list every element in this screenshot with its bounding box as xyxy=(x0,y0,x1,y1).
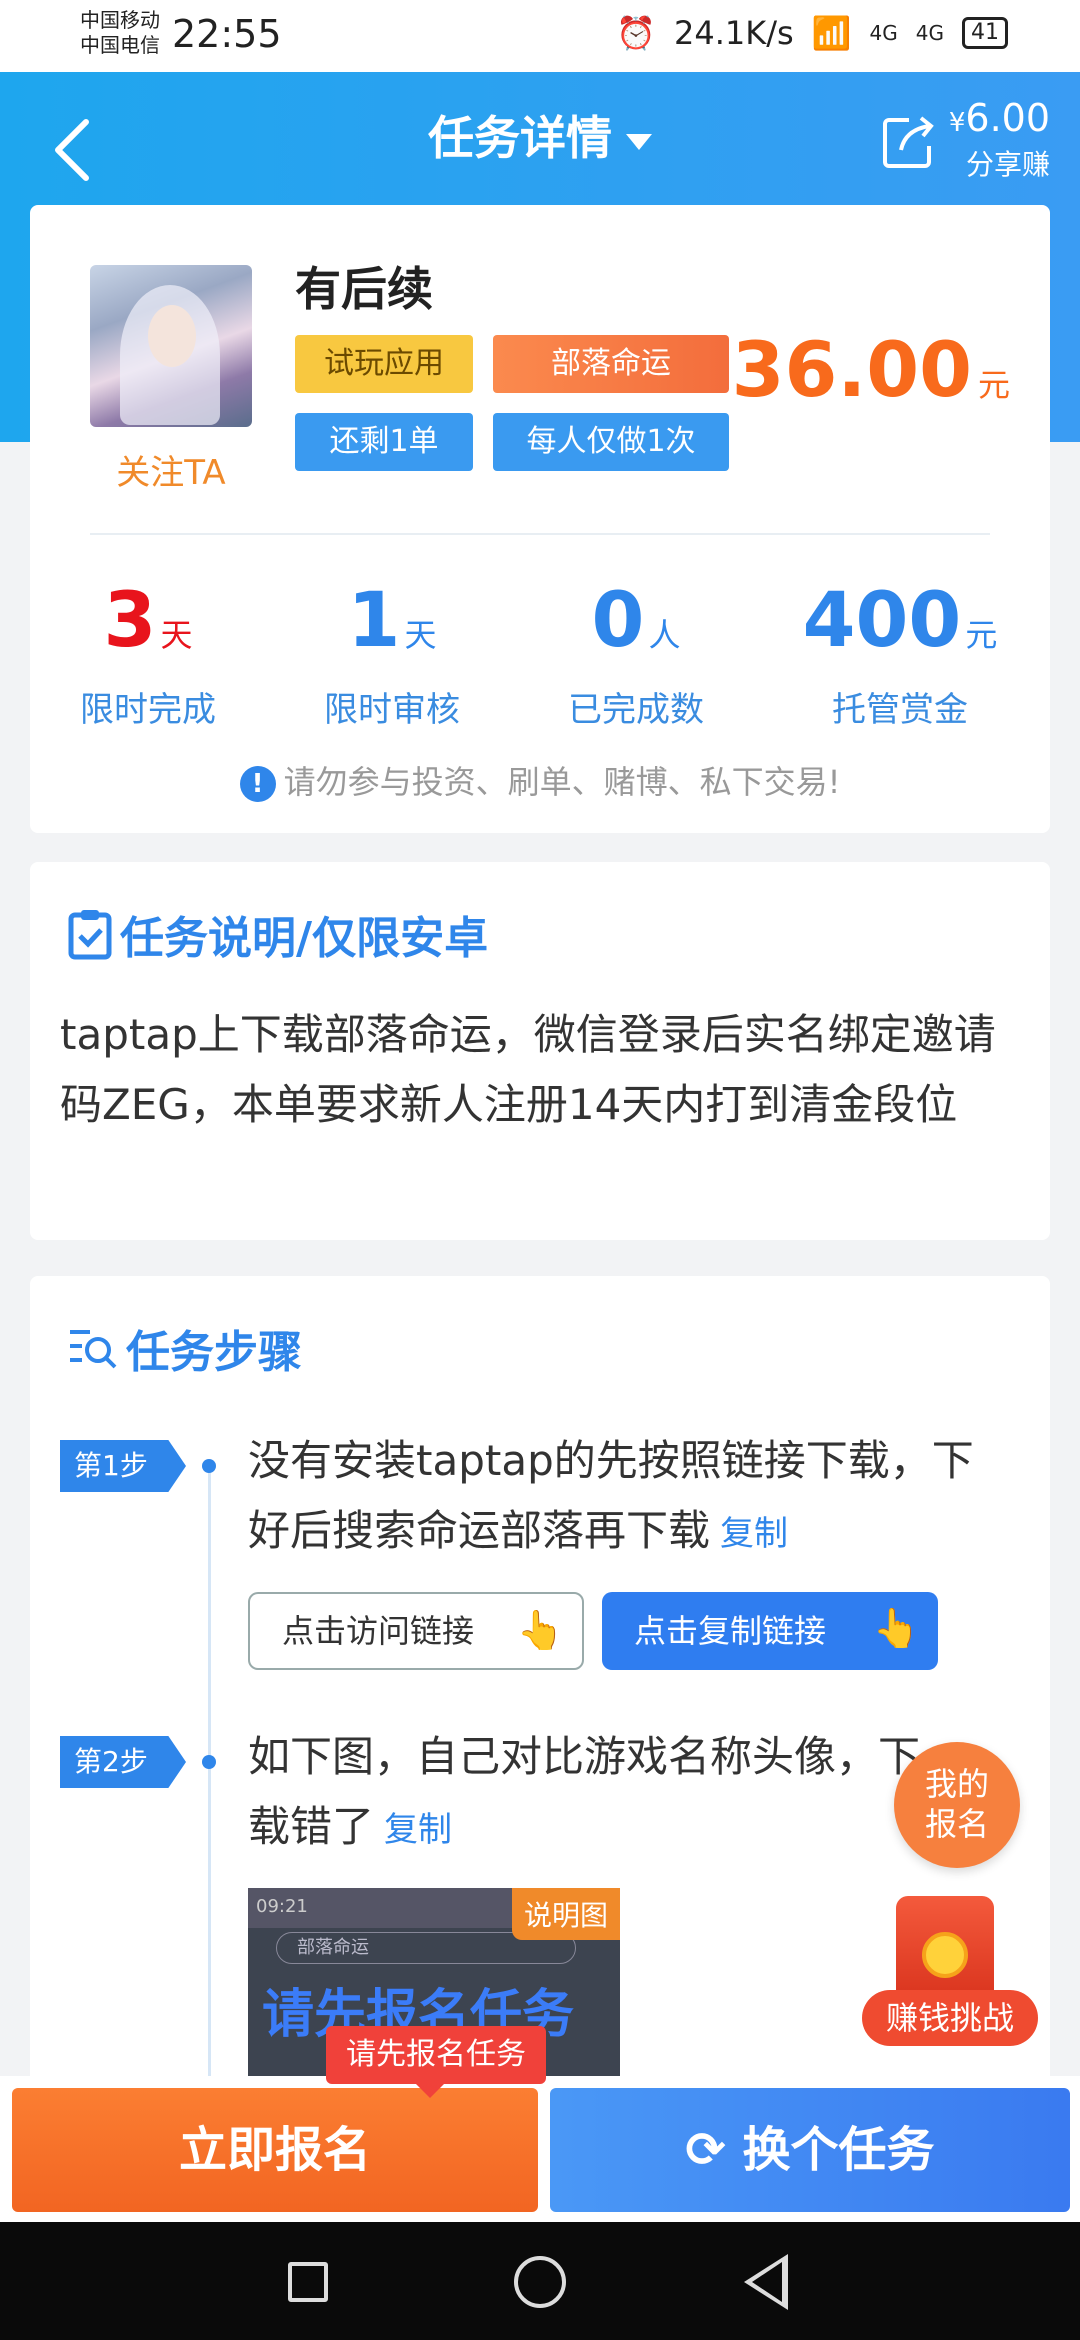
task-description-card: 任务说明/仅限安卓 taptap上下载部落命运，微信登录后实名绑定邀请码ZEG，… xyxy=(30,862,1050,1240)
stat-number: 1 xyxy=(347,575,401,664)
step-2-content: 如下图，自己对比游戏名称头像，下载错了 xyxy=(248,1732,921,1851)
tag-remaining: 还剩1单 xyxy=(295,413,473,471)
status-bar: 中国移动 中国电信 22:55 ⏰ 24.1K/s 📶 4G 4G 41 xyxy=(0,0,1080,72)
divider xyxy=(90,533,990,535)
battery-icon: 41 xyxy=(962,17,1008,49)
stat-value: 3天 xyxy=(48,577,248,678)
home-icon[interactable] xyxy=(514,2256,566,2308)
carrier-2: 中国电信 xyxy=(80,33,160,57)
list-search-icon xyxy=(70,1330,117,1369)
my-signup-button[interactable]: 我的 报名 xyxy=(894,1742,1020,1868)
stat-label: 托管赏金 xyxy=(832,690,968,730)
stat-value: 400 元 xyxy=(790,577,1010,678)
signup-tooltip: 请先报名任务 xyxy=(326,2026,546,2098)
page-title-text: 任务详情 xyxy=(428,111,612,165)
task-price-unit: 元 xyxy=(977,366,1010,404)
step-1-content: 没有安装taptap的先按照链接下载，下好后搜索命运部落再下载 xyxy=(248,1436,974,1555)
safety-warning: ! 请勿参与投资、刷单、赌博、私下交易! xyxy=(30,757,1050,803)
task-price-value: 36.00 xyxy=(731,325,972,414)
share-currency: ¥ xyxy=(948,108,966,138)
caret-down-icon xyxy=(626,133,652,150)
recents-icon[interactable] xyxy=(288,2262,328,2302)
warning-text: 请勿参与投资、刷单、赌博、私下交易! xyxy=(283,763,841,801)
status-icons: ⏰ 24.1K/s 📶 4G 4G 41 xyxy=(616,14,1008,52)
stat-unit: 天 xyxy=(160,616,193,654)
coin-icon xyxy=(922,1932,968,1978)
hand-pointer-icon: 👆 xyxy=(872,1606,920,1650)
system-nav-bar xyxy=(0,2222,1080,2340)
visit-link-label: 点击访问链接 xyxy=(282,1612,475,1650)
screenshot-tag: 说明图 xyxy=(511,1888,620,1940)
refresh-icon: ⟳ xyxy=(685,2122,726,2178)
status-time: 22:55 xyxy=(172,12,282,56)
signup-button[interactable]: 立即报名 xyxy=(12,2088,538,2212)
task-summary-card: 关注TA 有后续 试玩应用 部落命运 还剩1单 每人仅做1次 36.00 元 3天… xyxy=(30,205,1050,833)
tag-limit: 每人仅做1次 xyxy=(493,413,729,471)
steps-title-text: 任务步骤 xyxy=(126,1327,302,1378)
bottom-action-bar: 立即报名 ⟳ 换个任务 xyxy=(0,2076,1080,2222)
signal-4g-2: 4G xyxy=(915,21,944,45)
clipboard-check-icon xyxy=(68,910,112,960)
stat-label: 已完成数 xyxy=(568,690,704,730)
step-2-copy-link[interactable]: 复制 xyxy=(384,1810,452,1850)
publisher-avatar[interactable] xyxy=(90,265,252,427)
step-1-badge: 第1步 xyxy=(60,1440,186,1492)
step-1-text: 没有安装taptap的先按照链接下载，下好后搜索命运部落再下载 复制 xyxy=(248,1426,1008,1569)
description-title: 任务说明/仅限安卓 xyxy=(68,902,488,966)
switch-task-label: 换个任务 xyxy=(742,2122,935,2178)
tag-category: 试玩应用 xyxy=(295,335,473,393)
share-amount-value: 6.00 xyxy=(965,96,1050,140)
signal-4g-1: 4G xyxy=(869,21,898,45)
stat-unit: 元 xyxy=(965,616,998,654)
task-price: 36.00 元 xyxy=(732,325,1010,414)
stat-value: 1天 xyxy=(292,577,492,678)
hand-pointer-icon: 👆 xyxy=(516,1608,564,1652)
my-signup-line2: 报名 xyxy=(924,1805,989,1843)
visit-link-button[interactable]: 点击访问链接 👆 xyxy=(248,1592,584,1670)
step-2-dot xyxy=(202,1755,216,1769)
task-name: 有后续 xyxy=(295,262,433,316)
timeline-line xyxy=(208,1466,211,2106)
alarm-icon: ⏰ xyxy=(616,14,656,52)
switch-task-button[interactable]: ⟳ 换个任务 xyxy=(550,2088,1070,2212)
step-2-badge: 第2步 xyxy=(60,1736,186,1788)
network-speed: 24.1K/s xyxy=(674,14,794,52)
avatar-face-shape xyxy=(148,305,196,367)
wifi-icon: 📶 xyxy=(811,14,852,52)
stat-label: 限时审核 xyxy=(324,690,460,730)
share-icon xyxy=(882,115,934,168)
stat-escrow: 400 元 托管赏金 xyxy=(790,577,1010,731)
step-2-text: 如下图，自己对比游戏名称头像，下载错了 复制 xyxy=(248,1722,928,1865)
stat-time-limit: 3天 限时完成 xyxy=(48,577,248,731)
copy-link-label: 点击复制链接 xyxy=(634,1612,827,1650)
step-1-copy-link[interactable]: 复制 xyxy=(720,1514,788,1554)
stat-number: 0 xyxy=(591,575,645,664)
copy-link-button[interactable]: 点击复制链接 👆 xyxy=(602,1592,938,1670)
carrier-1: 中国移动 xyxy=(80,8,160,32)
stat-number: 400 xyxy=(802,575,962,664)
stat-unit: 天 xyxy=(404,616,437,654)
share-earn-button[interactable]: ¥6.00 分享赚 xyxy=(879,98,1050,183)
stat-value: 0人 xyxy=(536,577,736,678)
description-title-text: 任务说明/仅限安卓 xyxy=(120,913,489,964)
steps-title: 任务步骤 xyxy=(68,1316,302,1380)
follow-button[interactable]: 关注TA xyxy=(90,445,252,494)
exclamation-icon: ! xyxy=(239,766,276,802)
stat-unit: 人 xyxy=(648,616,681,654)
stat-label: 限时完成 xyxy=(80,690,216,730)
stat-review-limit: 1天 限时审核 xyxy=(292,577,492,731)
stat-number: 3 xyxy=(103,575,157,664)
back-icon[interactable] xyxy=(744,2254,788,2310)
my-signup-line1: 我的 xyxy=(924,1765,989,1803)
carrier-info: 中国移动 中国电信 xyxy=(80,8,160,58)
stat-completed: 0人 已完成数 xyxy=(536,577,736,731)
share-amount: ¥6.00 xyxy=(949,98,1050,143)
description-text: taptap上下载部落命运，微信登录后实名绑定邀请码ZEG，本单要求新人注册14… xyxy=(60,1010,996,1129)
step-1-dot xyxy=(202,1459,216,1473)
earn-challenge-button[interactable]: 赚钱挑战 xyxy=(862,1990,1038,2046)
share-label: 分享赚 xyxy=(965,148,1050,181)
tag-app-name: 部落命运 xyxy=(493,335,729,393)
